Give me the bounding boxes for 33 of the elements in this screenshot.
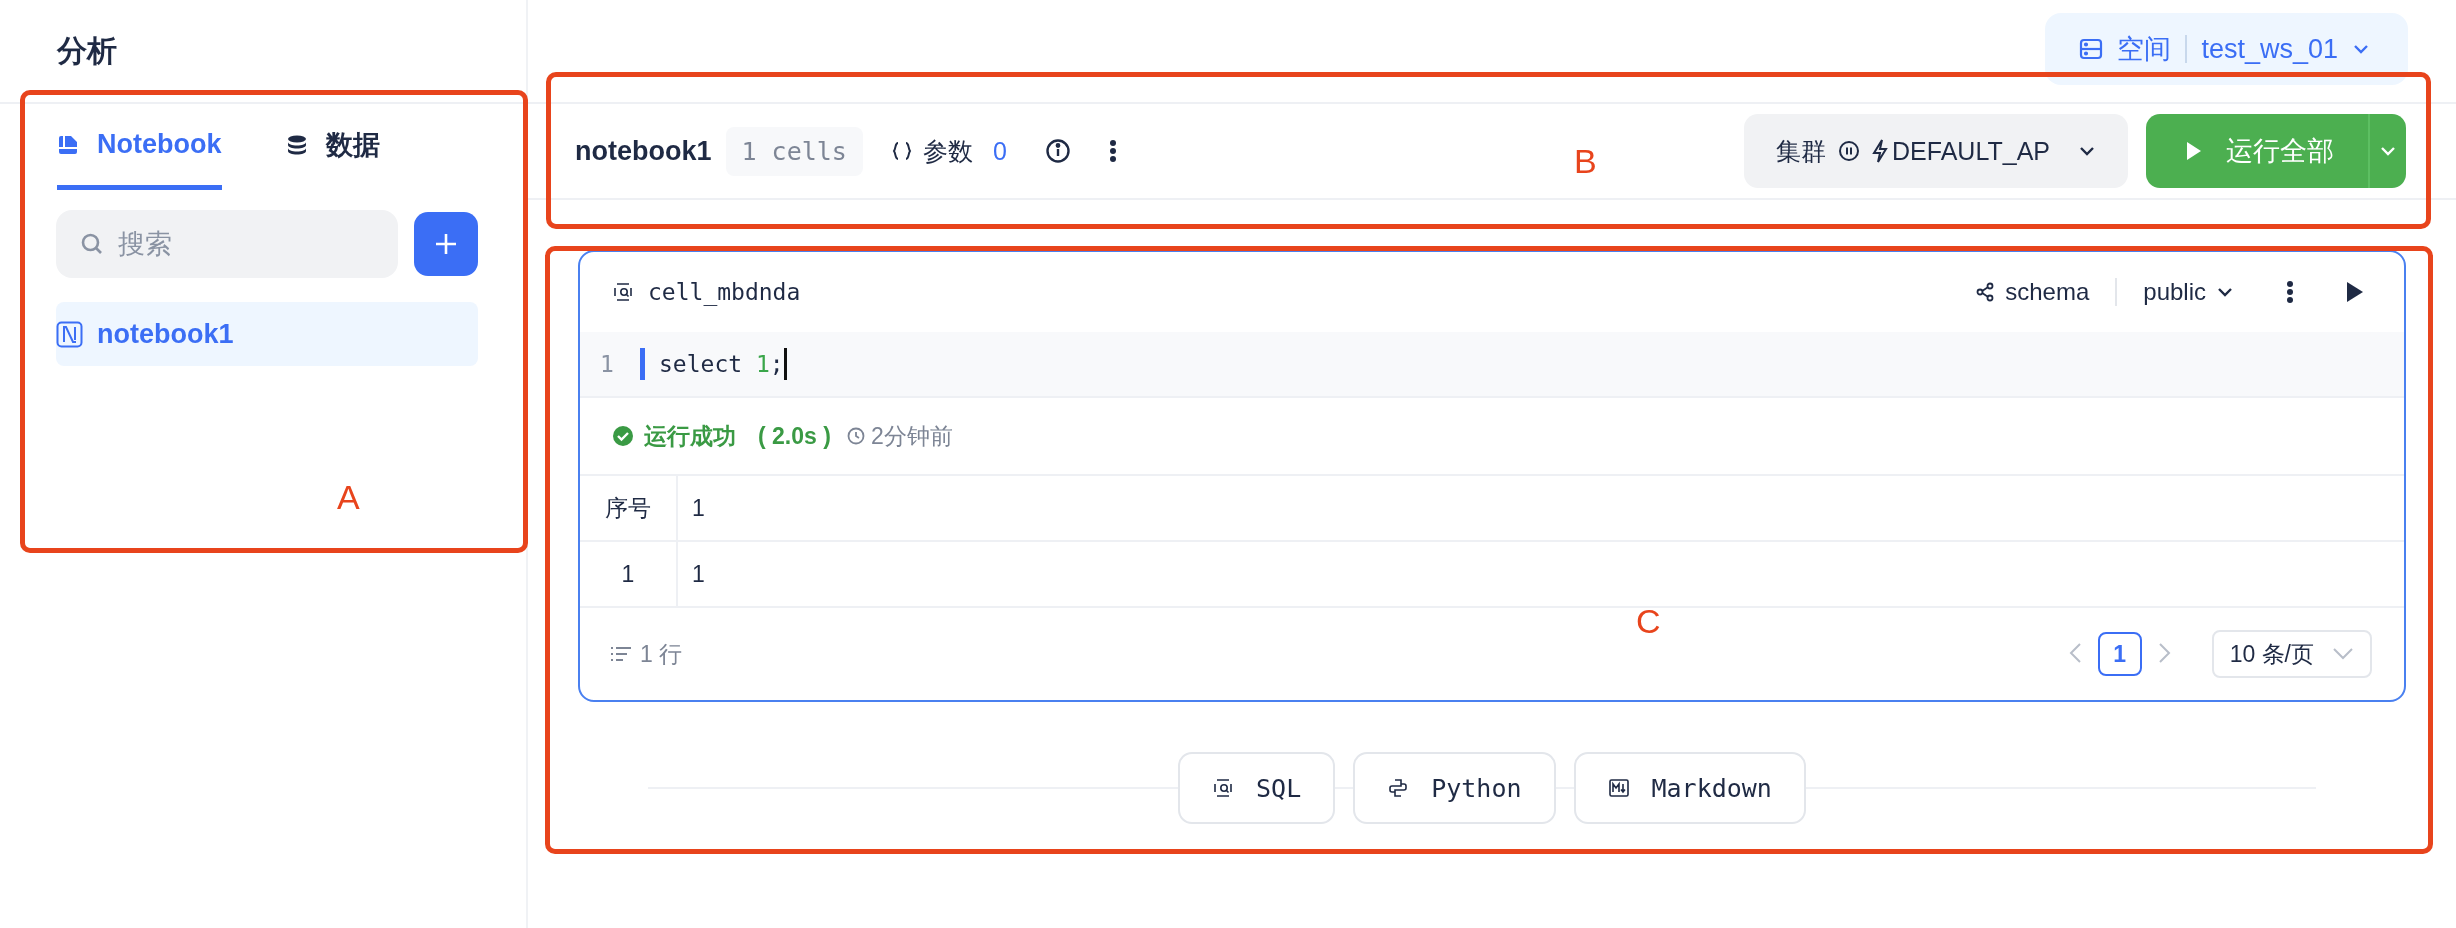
table-cell: 1 (677, 541, 2404, 607)
annotation-label: B (1574, 142, 1597, 181)
workspace-selector[interactable]: 空间 test_ws_01 (2045, 13, 2408, 85)
cluster-selector[interactable]: 集群 DEFAULT_AP (1744, 114, 2128, 188)
workspace-label: 空间 (2117, 33, 2172, 66)
run-time: 2分钟前 (870, 421, 953, 451)
run-status: 运行成功 (644, 421, 736, 451)
cell-count: 1 cells (725, 126, 863, 176)
notebook-title: notebook1 (575, 135, 712, 167)
page-button[interactable]: 1 (2097, 632, 2142, 676)
add-cell-button[interactable]: SQL (1178, 752, 1336, 824)
cluster-name: DEFAULT_AP (1892, 136, 2050, 166)
search-field[interactable]: 搜索 (56, 210, 398, 278)
column-header: 序号 (580, 476, 677, 541)
run-duration: ( 2.0s ) (758, 422, 831, 450)
schema-dropdown[interactable]: public (2137, 277, 2240, 307)
add-cell-button[interactable]: Markdown (1573, 752, 1806, 824)
annotation-label: A (337, 478, 360, 517)
table-cell: 1 (580, 541, 677, 607)
params-button[interactable]: 参数 0 (884, 133, 1013, 169)
page-size-selector[interactable]: 10 条/页 (2211, 630, 2372, 678)
page-title: 分析 (0, 0, 526, 104)
row-count: 1 行 (640, 639, 683, 669)
notebook-list-item[interactable]: notebook1 (56, 302, 478, 366)
column-header: 1 (677, 476, 2404, 541)
cell-name: cell_mbdnda (648, 279, 801, 305)
sidebar-tab[interactable]: Notebook (57, 104, 222, 190)
sidebar-tab[interactable]: 数据 (285, 104, 380, 190)
add-cell-button[interactable]: Python (1353, 752, 1556, 824)
line-number: 1 (599, 351, 615, 377)
schema-selector[interactable]: schema (1969, 277, 2096, 307)
workspace-name: test_ws_01 (2201, 33, 2338, 65)
code-line[interactable]: select 1; (659, 351, 784, 377)
